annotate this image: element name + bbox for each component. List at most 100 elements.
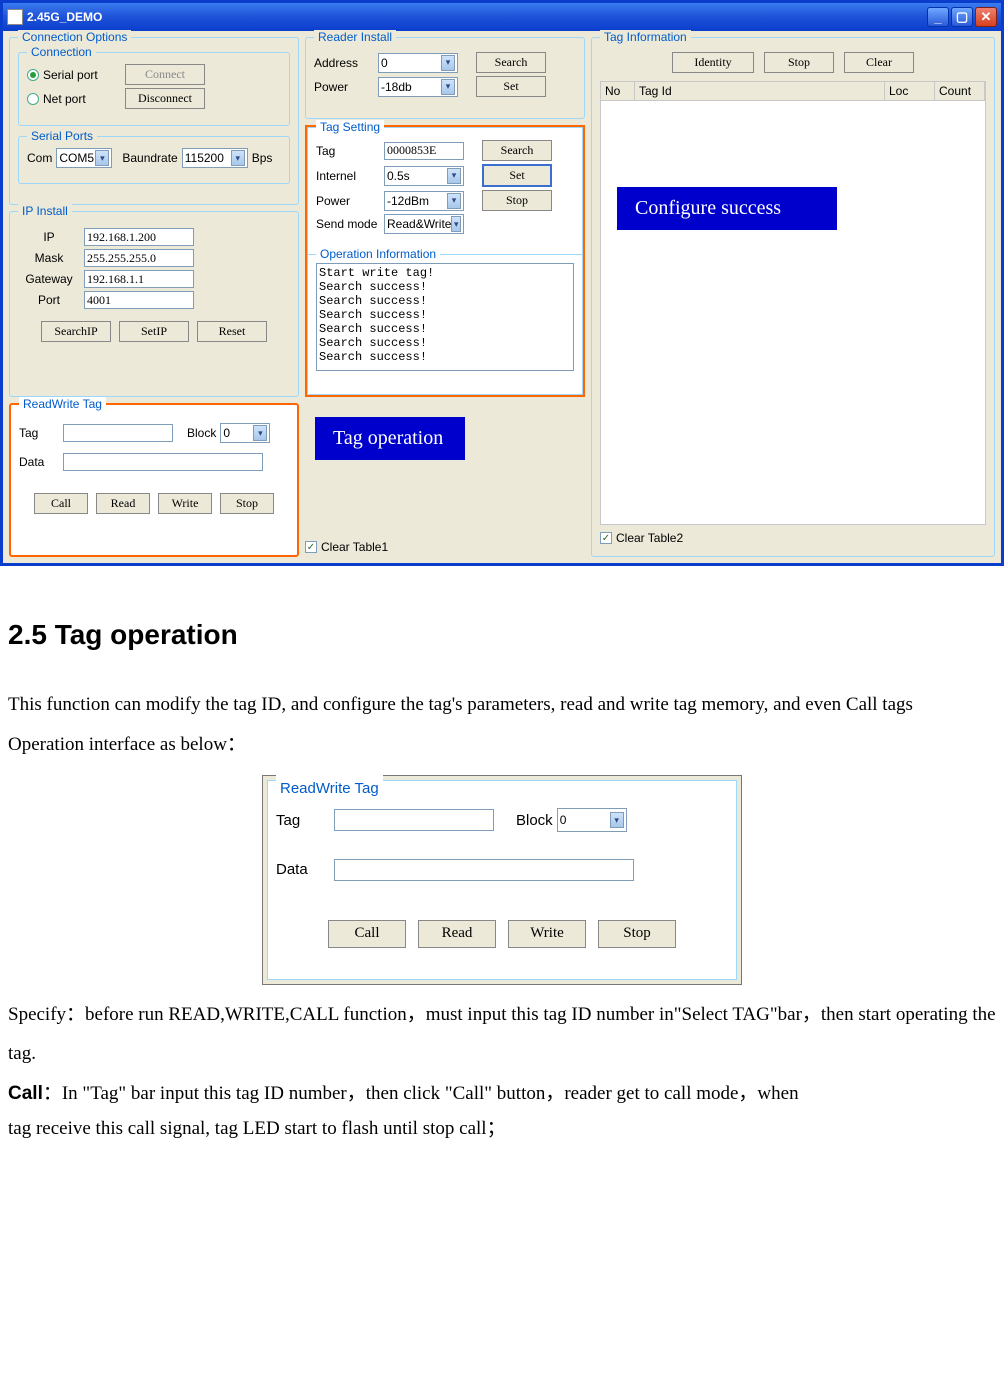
serial-ports-group: Serial Ports Com COM5 ▾ Baundrate 115200… — [18, 136, 290, 184]
doc-p1: This function can modify the tag ID, and… — [8, 685, 996, 725]
rw2-call-button[interactable]: Call — [328, 920, 406, 948]
ts-search-button[interactable]: Search — [482, 140, 552, 161]
reader-install-title: Reader Install — [314, 30, 396, 44]
app-window: 2.45G_DEMO _ ▢ ✕ Connection Options Conn… — [0, 0, 1004, 566]
readwrite-figure: ReadWrite Tag Tag Block 0 ▾ Data Call — [262, 775, 742, 985]
mask-input[interactable] — [84, 249, 194, 267]
chevron-down-icon: ▾ — [441, 79, 455, 95]
clear-table2-label: Clear Table2 — [616, 531, 683, 545]
rw2-stop-button[interactable]: Stop — [598, 920, 676, 948]
ts-power-select[interactable]: -12dBm ▾ — [384, 191, 464, 211]
titlebar: 2.45G_DEMO _ ▢ ✕ — [3, 3, 1001, 31]
chevron-down-icon: ▾ — [451, 216, 461, 232]
bps-label: Bps — [252, 151, 273, 165]
serial-port-label: Serial port — [43, 68, 121, 82]
ts-internel-select[interactable]: 0.5s ▾ — [384, 166, 464, 186]
com-value: COM5 — [59, 151, 94, 165]
serial-port-radio[interactable] — [27, 69, 39, 81]
document-body: 2.5 Tag operation This function can modi… — [0, 566, 1004, 1185]
baudrate-select[interactable]: 115200 ▾ — [182, 148, 248, 168]
rw2-block-select[interactable]: 0 ▾ — [557, 808, 627, 832]
rw-tag-input[interactable] — [63, 424, 173, 442]
ip-input[interactable] — [84, 228, 194, 246]
ri-address-label: Address — [314, 56, 374, 70]
reset-button[interactable]: Reset — [197, 321, 267, 342]
ts-internel-value: 0.5s — [387, 169, 410, 183]
minimize-button[interactable]: _ — [927, 7, 949, 27]
clear-table1-checkbox[interactable]: ✓ — [305, 541, 317, 553]
ts-send-value: Read&Write — [387, 217, 451, 231]
maximize-button[interactable]: ▢ — [951, 7, 973, 27]
rw-block-label: Block — [187, 426, 216, 440]
com-label: Com — [27, 151, 52, 165]
connection-options-group: Connection Options Connection Serial por… — [9, 37, 299, 205]
taginfo-stop-button[interactable]: Stop — [764, 52, 834, 73]
connection-options-title: Connection Options — [18, 30, 131, 44]
disconnect-button[interactable]: Disconnect — [125, 88, 205, 109]
connect-button[interactable]: Connect — [125, 64, 205, 85]
reader-install-group: Reader Install Address 0 ▾ Search Power … — [305, 37, 585, 119]
ts-send-label: Send mode — [316, 217, 380, 231]
ts-tag-input[interactable] — [384, 142, 464, 160]
rw2-read-button[interactable]: Read — [418, 920, 496, 948]
tag-information-group: Tag Information Identity Stop Clear No T… — [591, 37, 995, 557]
ri-address-select[interactable]: 0 ▾ — [378, 53, 458, 73]
rw2-block-value: 0 — [560, 808, 567, 833]
readwrite-tag-group: ReadWrite Tag Tag Block 0 ▾ Data — [9, 403, 299, 557]
com-select[interactable]: COM5 ▾ — [56, 148, 112, 168]
ri-power-select[interactable]: -18db ▾ — [378, 77, 458, 97]
rw2-data-input[interactable] — [334, 859, 634, 881]
ri-set-button[interactable]: Set — [476, 76, 546, 97]
connection-group: Connection Serial port Connect Net port … — [18, 52, 290, 126]
stop-rw-button[interactable]: Stop — [220, 493, 274, 514]
read-button[interactable]: Read — [96, 493, 150, 514]
rw-tag-label: Tag — [19, 426, 59, 440]
net-port-radio[interactable] — [27, 93, 39, 105]
tag-information-title: Tag Information — [600, 30, 691, 44]
doc-p3: Specify：before run READ,WRITE,CALL funct… — [8, 995, 996, 1075]
gateway-input[interactable] — [84, 270, 194, 288]
chevron-down-icon: ▾ — [231, 150, 245, 166]
net-port-label: Net port — [43, 92, 121, 106]
rw-data-label: Data — [19, 455, 59, 469]
ip-install-title: IP Install — [18, 204, 72, 218]
baudrate-value: 115200 — [185, 151, 224, 165]
searchip-button[interactable]: SearchIP — [41, 321, 111, 342]
taginfo-clear-button[interactable]: Clear — [844, 52, 914, 73]
clear-table1-label: Clear Table1 — [321, 540, 388, 554]
write-button[interactable]: Write — [158, 493, 212, 514]
section-heading: 2.5 Tag operation — [8, 606, 996, 665]
rw-data-input[interactable] — [63, 453, 263, 471]
operation-info-group: Operation Information Start write tag! S… — [307, 255, 583, 395]
ts-stop-button[interactable]: Stop — [482, 190, 552, 211]
ts-send-select[interactable]: Read&Write ▾ — [384, 214, 464, 234]
col-loc: Loc — [885, 82, 935, 100]
chevron-down-icon: ▾ — [253, 425, 267, 441]
rw2-tag-input[interactable] — [334, 809, 494, 831]
rw2-write-button[interactable]: Write — [508, 920, 586, 948]
call-button[interactable]: Call — [34, 493, 88, 514]
rw2-title: ReadWrite Tag — [276, 773, 383, 805]
rw-block-value: 0 — [223, 426, 230, 440]
serial-ports-title: Serial Ports — [27, 129, 97, 143]
chevron-down-icon: ▾ — [95, 150, 109, 166]
operation-info-title: Operation Information — [316, 247, 440, 261]
tag-operation-callout: Tag operation — [315, 417, 465, 460]
rw-block-select[interactable]: 0 ▾ — [220, 423, 270, 443]
rw2-data-label: Data — [276, 854, 330, 886]
col-no: No — [601, 82, 635, 100]
ri-search-button[interactable]: Search — [476, 52, 546, 73]
doc-p5: tag receive this call signal, tag LED st… — [8, 1114, 996, 1144]
identity-button[interactable]: Identity — [672, 52, 754, 73]
port-input[interactable] — [84, 291, 194, 309]
readwrite-tag-title: ReadWrite Tag — [19, 397, 106, 411]
close-button[interactable]: ✕ — [975, 7, 997, 27]
taginfo-table-header: No Tag Id Loc Count — [600, 81, 986, 101]
ts-set-button[interactable]: Set — [482, 164, 552, 187]
ts-tag-label: Tag — [316, 144, 380, 158]
clear-table2-checkbox[interactable]: ✓ — [600, 532, 612, 544]
window-title: 2.45G_DEMO — [27, 10, 102, 24]
ip-install-group: IP Install IP Mask Gateway Port — [9, 211, 299, 397]
setip-button[interactable]: SetIP — [119, 321, 189, 342]
doc-p4-rest: ：In "Tag" bar input this tag ID number，t… — [43, 1083, 799, 1104]
